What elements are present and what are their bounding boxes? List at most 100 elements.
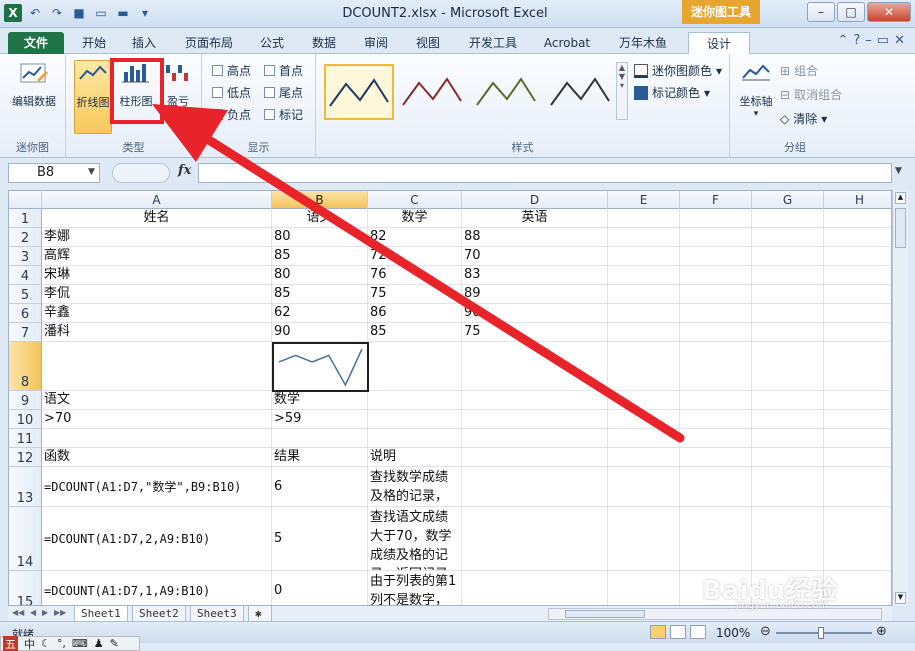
- row-header-1[interactable]: 1: [9, 209, 42, 228]
- cell-e5[interactable]: [608, 285, 680, 304]
- cell-g4[interactable]: [752, 266, 824, 285]
- cell-a2[interactable]: 李娜: [42, 228, 272, 247]
- sheet-tab-2[interactable]: Sheet2: [132, 606, 186, 622]
- cell-h2[interactable]: [824, 228, 891, 247]
- cell-e14[interactable]: [608, 507, 680, 571]
- tab-design[interactable]: 设计: [688, 32, 750, 54]
- insert-function-button[interactable]: fx: [178, 163, 191, 178]
- cell-e1[interactable]: [608, 209, 680, 228]
- cell-c11[interactable]: [368, 429, 462, 448]
- row-header-5[interactable]: 5: [9, 285, 42, 304]
- select-all-corner[interactable]: [9, 191, 42, 209]
- line-sparkline-button[interactable]: 折线图: [74, 60, 112, 134]
- column-header-g[interactable]: G: [752, 191, 824, 209]
- cell-d1[interactable]: 英语: [462, 209, 608, 228]
- tab-file[interactable]: 文件: [8, 32, 64, 54]
- cell-f7[interactable]: [680, 323, 752, 342]
- cell-d11[interactable]: [462, 429, 608, 448]
- cell-b6[interactable]: 62: [272, 304, 368, 323]
- sparkline-style-4[interactable]: [546, 64, 616, 120]
- zoom-out-icon[interactable]: ⊖: [760, 624, 771, 639]
- cell-f10[interactable]: [680, 410, 752, 429]
- save-icon[interactable]: ■: [70, 4, 88, 22]
- cell-g14[interactable]: [752, 507, 824, 571]
- row-header-6[interactable]: 6: [9, 304, 42, 323]
- formula-splitter[interactable]: [112, 163, 170, 183]
- cell-e4[interactable]: [608, 266, 680, 285]
- zoom-slider-thumb[interactable]: [818, 627, 824, 639]
- tab-developer[interactable]: 开发工具: [460, 32, 526, 54]
- high-point-checkbox[interactable]: 高点: [212, 62, 251, 79]
- worksheet-grid[interactable]: A B C D E F G H 1 姓名 语文 数学 英语 2 李娜 80 82 88 3 高辉 85 7…: [8, 190, 892, 606]
- column-header-c[interactable]: C: [368, 191, 462, 209]
- cell-b5[interactable]: 85: [272, 285, 368, 304]
- tab-formulas[interactable]: 公式: [252, 32, 292, 54]
- cell-e12[interactable]: [608, 448, 680, 467]
- cell-h11[interactable]: [824, 429, 891, 448]
- cell-a1[interactable]: 姓名: [42, 209, 272, 228]
- cell-g9[interactable]: [752, 391, 824, 410]
- cell-b1[interactable]: 语文: [272, 209, 368, 228]
- cell-d3[interactable]: 70: [462, 247, 608, 266]
- cell-a5[interactable]: 李侃: [42, 285, 272, 304]
- tab-acrobat[interactable]: Acrobat: [536, 32, 598, 54]
- cell-b7[interactable]: 90: [272, 323, 368, 342]
- sparkline-style-3[interactable]: [472, 64, 542, 120]
- redo-icon[interactable]: ↷: [48, 4, 66, 22]
- cell-h8[interactable]: [824, 342, 891, 391]
- last-point-checkbox[interactable]: 尾点: [264, 84, 303, 101]
- help-icon[interactable]: ?: [853, 33, 860, 48]
- cell-c8[interactable]: [368, 342, 462, 391]
- cell-e7[interactable]: [608, 323, 680, 342]
- cell-e2[interactable]: [608, 228, 680, 247]
- cell-b4[interactable]: 80: [272, 266, 368, 285]
- cell-h6[interactable]: [824, 304, 891, 323]
- cell-a6[interactable]: 辛鑫: [42, 304, 272, 323]
- row-header-8[interactable]: 8: [9, 342, 42, 391]
- cell-d8[interactable]: [462, 342, 608, 391]
- cell-a3[interactable]: 高辉: [42, 247, 272, 266]
- expand-formula-icon[interactable]: ▼: [895, 166, 902, 176]
- name-box-dropdown-icon[interactable]: ▼: [88, 167, 95, 177]
- low-point-checkbox[interactable]: 低点: [212, 84, 251, 101]
- cell-c9[interactable]: [368, 391, 462, 410]
- cell-f13[interactable]: [680, 467, 752, 507]
- cell-d13[interactable]: [462, 467, 608, 507]
- cell-a15[interactable]: =DCOUNT(A1:D7,1,A9:B10): [42, 571, 272, 605]
- cell-b2[interactable]: 80: [272, 228, 368, 247]
- cell-h12[interactable]: [824, 448, 891, 467]
- cell-d2[interactable]: 88: [462, 228, 608, 247]
- cell-g12[interactable]: [752, 448, 824, 467]
- cell-h1[interactable]: [824, 209, 891, 228]
- sparkline-style-2[interactable]: [398, 64, 468, 120]
- cell-f11[interactable]: [680, 429, 752, 448]
- customize-qat-icon[interactable]: ▾: [136, 4, 154, 22]
- cell-c15[interactable]: 由于列表的第1列不是数字，函数结果错误!: [368, 571, 462, 605]
- doc-close-icon[interactable]: ✕: [894, 33, 905, 48]
- cell-c7[interactable]: 85: [368, 323, 462, 342]
- column-header-a[interactable]: A: [42, 191, 272, 209]
- doc-restore-icon[interactable]: ▭: [877, 33, 889, 48]
- cell-f8[interactable]: [680, 342, 752, 391]
- cell-c6[interactable]: 86: [368, 304, 462, 323]
- markers-checkbox[interactable]: 标记: [264, 106, 303, 123]
- selected-cell-b8[interactable]: [272, 342, 369, 392]
- ime-user-icon[interactable]: ♟: [94, 637, 104, 650]
- new-icon[interactable]: ▭: [92, 4, 110, 22]
- row-header-9[interactable]: 9: [9, 391, 42, 410]
- cell-b12[interactable]: 结果: [272, 448, 368, 467]
- cell-a11[interactable]: [42, 429, 272, 448]
- row-header-11[interactable]: 11: [9, 429, 42, 448]
- cell-f12[interactable]: [680, 448, 752, 467]
- cell-b11[interactable]: [272, 429, 368, 448]
- tab-view[interactable]: 视图: [408, 32, 448, 54]
- cell-f9[interactable]: [680, 391, 752, 410]
- undo-icon[interactable]: ↶: [26, 4, 44, 22]
- marker-color-button[interactable]: 标记颜色 ▾: [634, 84, 710, 101]
- horizontal-scrollbar[interactable]: [548, 608, 882, 620]
- cell-g5[interactable]: [752, 285, 824, 304]
- cell-f2[interactable]: [680, 228, 752, 247]
- cell-a13[interactable]: =DCOUNT(A1:D7,"数学",B9:B10): [42, 467, 272, 507]
- cell-f4[interactable]: [680, 266, 752, 285]
- row-header-4[interactable]: 4: [9, 266, 42, 285]
